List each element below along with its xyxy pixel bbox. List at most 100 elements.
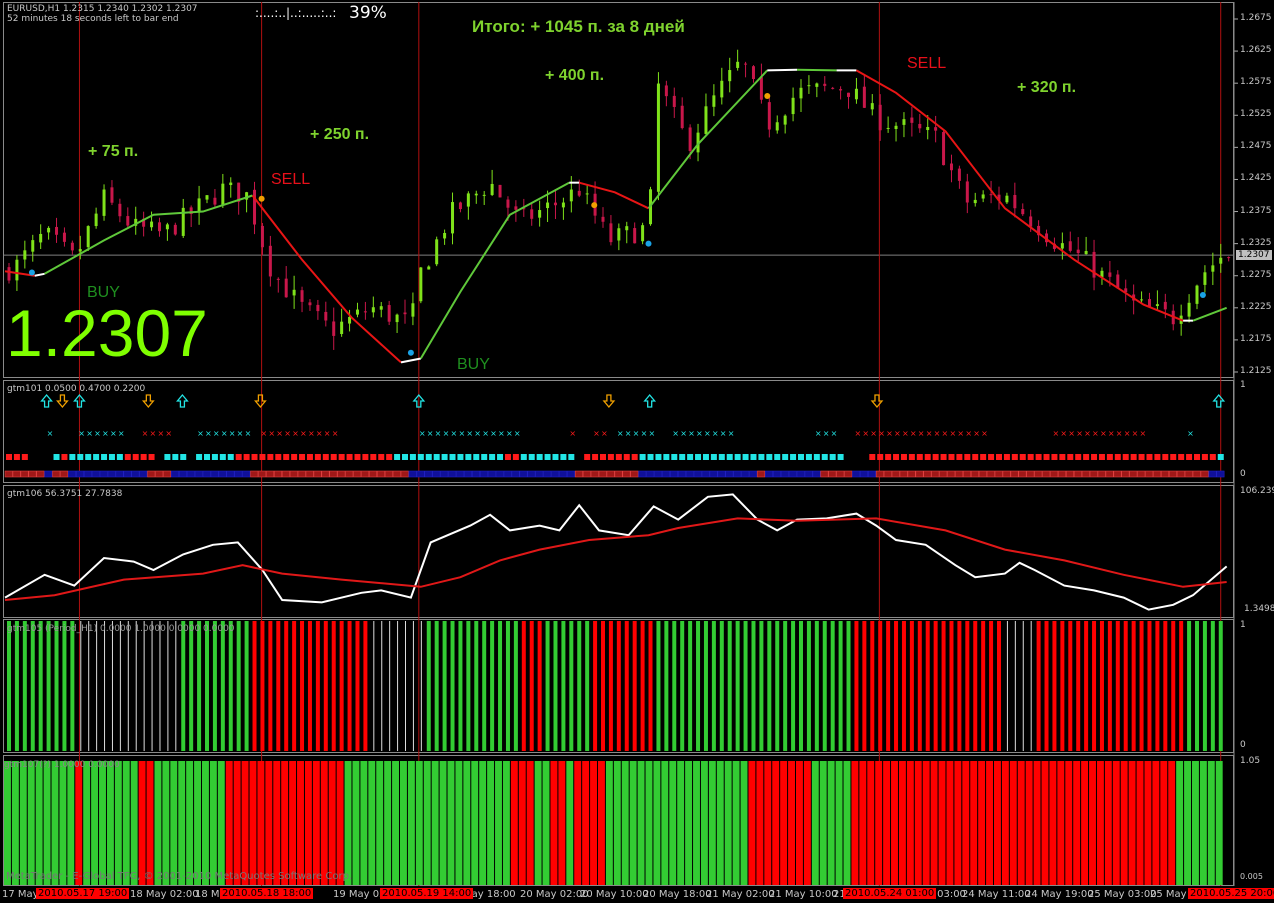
signal-square	[687, 454, 694, 460]
gtm107-bar	[867, 761, 875, 885]
signal-square	[615, 454, 622, 460]
signal-square	[837, 454, 844, 460]
gtm105-bar	[389, 621, 391, 751]
signal-square	[164, 454, 171, 460]
gtm107-bar	[392, 761, 399, 885]
gtm107-bar	[1160, 761, 1168, 885]
x-mark: ×	[419, 429, 426, 438]
gtm105-bar	[1171, 621, 1176, 751]
signal-band-cell	[361, 470, 370, 478]
signal-square	[1067, 454, 1074, 460]
x-mark: ×	[886, 429, 893, 438]
gtm105-bar	[957, 621, 962, 751]
gtm105-bar	[656, 621, 661, 751]
arrow-up-icon	[176, 393, 189, 408]
gtm105-bar	[167, 621, 169, 751]
candle-down	[1029, 216, 1033, 227]
gtm107-bar	[621, 761, 629, 885]
price-tick-label: 1.2675	[1240, 13, 1272, 23]
gtm105-bar	[727, 621, 732, 751]
ma-line-white	[400, 357, 421, 364]
signal-band-cell	[527, 470, 536, 478]
signal-time-marker: 2010.05.19 14:00	[380, 888, 474, 899]
x-mark: ×	[308, 429, 315, 438]
candle-up	[1155, 304, 1159, 307]
signal-square	[425, 454, 432, 460]
gtm105-bar	[1060, 621, 1065, 751]
signal-band-cell	[178, 470, 187, 478]
chart-canvas[interactable]: × × × × × × × × × × × × × × × × × × × × × × × × × × × × × × × × × × × × × × × ×…	[0, 0, 1274, 903]
candle-up	[870, 103, 874, 110]
signal-band-cell	[852, 470, 861, 478]
gtm105-bar	[498, 621, 503, 751]
gtm107-bar	[368, 761, 376, 885]
signal-band-cell	[828, 470, 837, 478]
signal-square	[116, 454, 123, 460]
signal-square	[536, 454, 543, 460]
gtm105-bar	[933, 621, 938, 751]
candle-up	[427, 266, 431, 270]
signal-band-cell	[218, 470, 227, 478]
signal-square	[1130, 454, 1137, 460]
signal-band-cell	[1129, 470, 1138, 478]
signal-band-cell	[1050, 470, 1059, 478]
signal-band-cell	[448, 470, 457, 478]
signal-band-cell	[163, 470, 172, 478]
signal-square	[140, 454, 147, 460]
signal-square	[702, 454, 709, 460]
signal-band-cell	[384, 470, 393, 478]
gtm107-bar	[978, 761, 986, 885]
gtm105-bar	[569, 621, 574, 751]
gtm105-bar	[553, 621, 558, 751]
gtm107-bar	[566, 761, 574, 885]
gtm107-bar	[431, 761, 439, 885]
gtm105-bar	[355, 621, 360, 751]
price-tick-label: 1.2325	[1240, 237, 1272, 248]
x-mark: ×	[641, 429, 648, 438]
x-mark: ×	[854, 429, 861, 438]
gtm107-bar	[835, 761, 843, 885]
signal-band-cell	[44, 470, 53, 478]
candle-down	[530, 209, 534, 219]
time-tick-label: 24 May 19:00	[1025, 889, 1094, 900]
gtm107-bar	[756, 761, 764, 885]
signal-square	[623, 454, 630, 460]
gtm105-bar	[1210, 621, 1215, 751]
gtm107-label: gtm107(?) 1.0000 0.0000	[4, 760, 120, 770]
gtm105-bar	[1187, 621, 1192, 751]
candle-up	[926, 126, 930, 131]
candle-up	[31, 240, 35, 252]
candle-down	[458, 202, 462, 210]
signal-square	[362, 454, 369, 460]
gtm107-bar	[930, 761, 938, 885]
gtm105-bar	[14, 621, 19, 751]
gtm105-bar	[276, 621, 281, 751]
gtm107-bar	[685, 761, 693, 885]
gtm107-bar	[748, 761, 756, 885]
gtm107-bar	[669, 761, 677, 885]
candle-up	[1203, 272, 1207, 285]
candle-down	[260, 225, 264, 248]
gtm107-bar	[376, 761, 384, 885]
signal-square	[869, 454, 876, 460]
sell-label-2: SELL	[907, 55, 947, 72]
gtm105-bar	[751, 621, 756, 751]
signal-square	[378, 454, 385, 460]
signal-band-cell	[891, 470, 900, 478]
x-mark: ×	[672, 429, 679, 438]
signal-band-cell	[986, 470, 995, 478]
signal-band-cell	[1026, 470, 1035, 478]
gtm107-bar	[1176, 761, 1184, 885]
gtm105-bar	[62, 621, 67, 751]
gtm107-bar	[582, 761, 590, 885]
signal-band-cell	[107, 470, 116, 478]
candle-up	[47, 227, 51, 233]
signal-band-cell	[1089, 470, 1098, 478]
signal-square	[964, 454, 971, 460]
gtm105-bar	[775, 621, 780, 751]
signal-band-cell	[1184, 470, 1193, 478]
gtm107-bar	[1033, 761, 1041, 885]
gtm105-bar	[505, 621, 510, 751]
gtm107-bar	[35, 761, 43, 885]
gtm107-bar	[986, 761, 993, 885]
